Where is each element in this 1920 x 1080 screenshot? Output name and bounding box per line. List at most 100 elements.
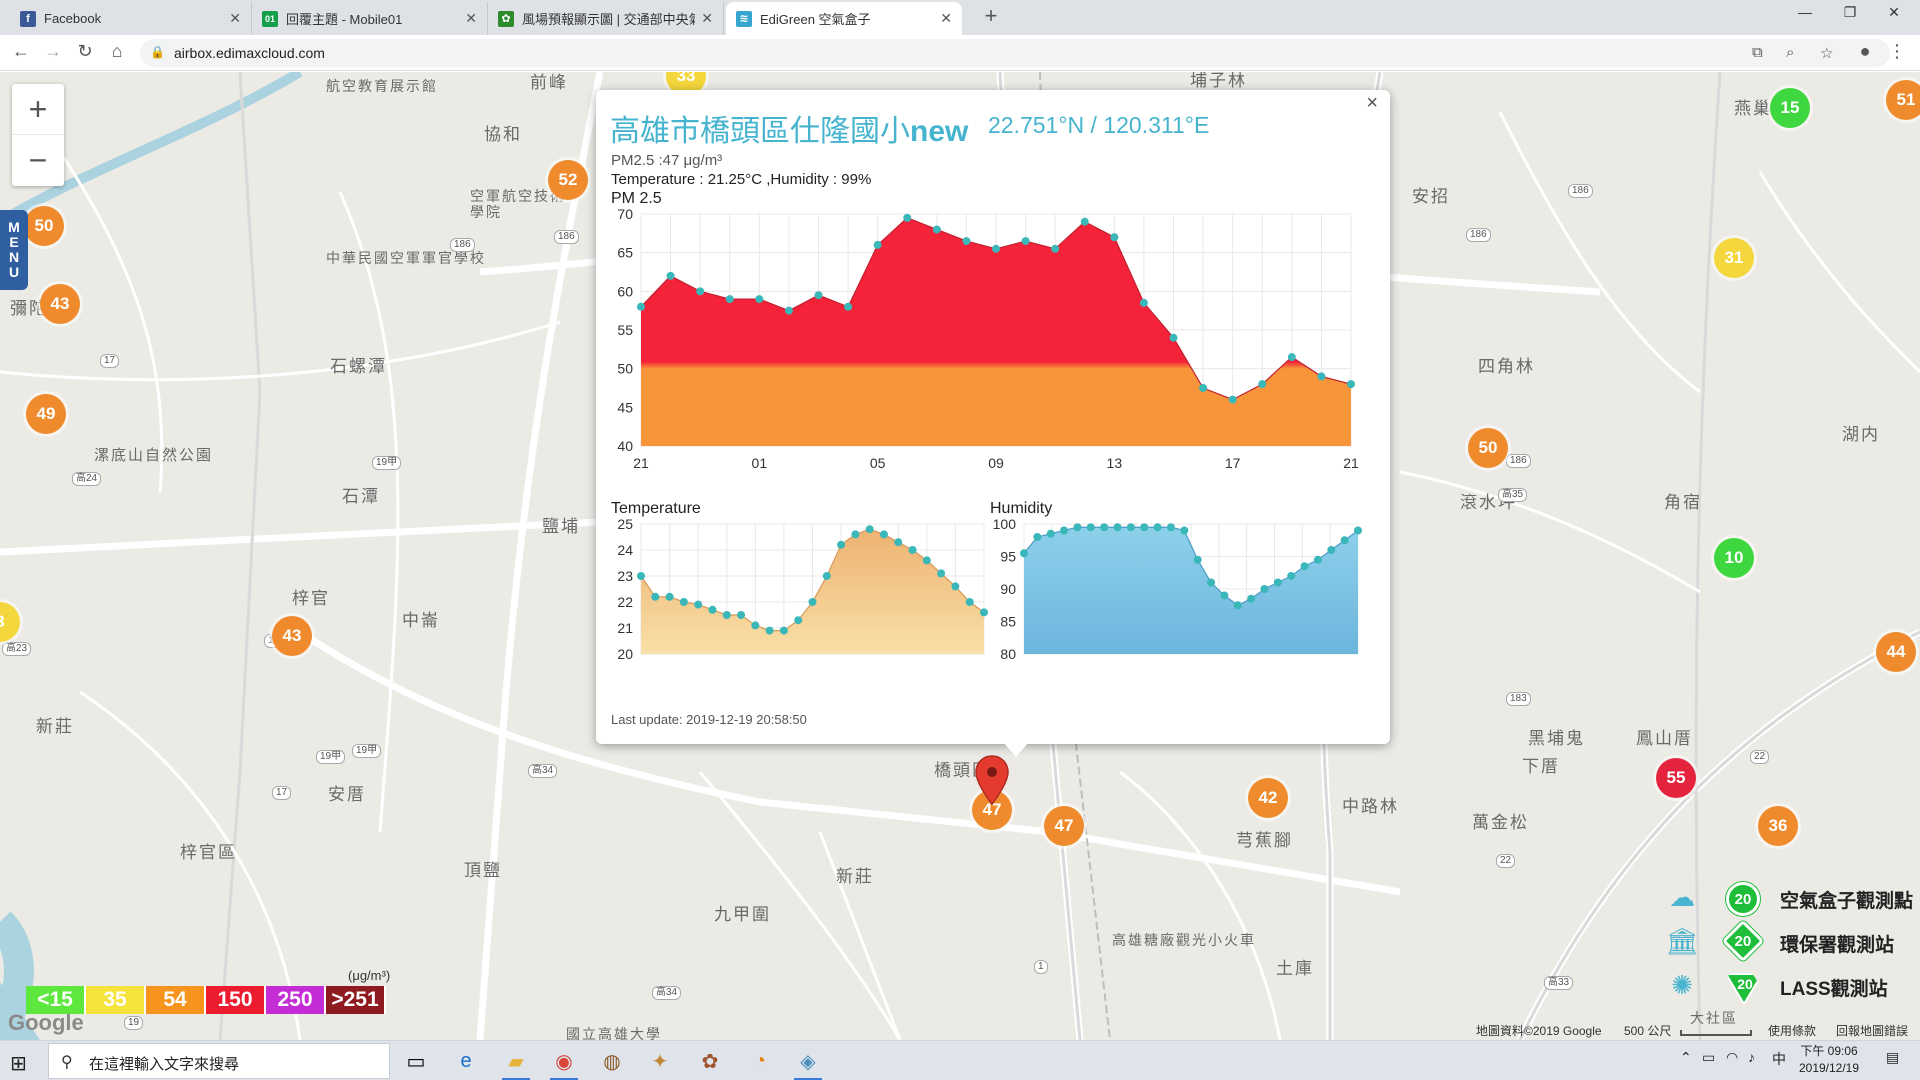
road-shield: 186 xyxy=(1568,184,1593,198)
tray-chevron-icon[interactable]: ⌃ xyxy=(1680,1049,1692,1066)
y-tick-label: 22 xyxy=(617,594,633,610)
home-icon[interactable]: ⌂ xyxy=(104,41,130,62)
minimize-button[interactable]: — xyxy=(1785,4,1825,20)
close-tab-icon[interactable]: ✕ xyxy=(465,10,477,27)
road-shield: 高24 xyxy=(72,472,102,486)
forward-icon[interactable]: → xyxy=(40,41,66,62)
aqi-marker[interactable]: 50 xyxy=(24,206,64,246)
map-place-label: 安厝 xyxy=(328,785,366,804)
edge-icon[interactable]: e xyxy=(450,1047,482,1075)
windows-taskbar: ⊞ ⚲ 在這裡輸入文字來搜尋 ▭ e ▰ ◉ ◍ ✦ ✿ ◔ ◈ ⌃ ▭ ◠ ♪… xyxy=(0,1040,1920,1080)
road-shield: 186 xyxy=(554,230,579,244)
terms-link[interactable]: 使用條款 xyxy=(1768,1022,1816,1039)
menu-dots-icon[interactable]: ⋮ xyxy=(1884,41,1910,62)
map-place-label: 芎蕉腳 xyxy=(1236,831,1293,850)
network-icon[interactable]: ◠ xyxy=(1726,1049,1738,1066)
aqi-marker[interactable]: 49 xyxy=(26,394,66,434)
blender-icon[interactable]: ◔ xyxy=(744,1047,776,1075)
taskbar-search-box[interactable]: ⚲ 在這裡輸入文字來搜尋 xyxy=(48,1043,390,1079)
reload-icon[interactable]: ↻ xyxy=(72,41,98,62)
data-point xyxy=(837,540,846,549)
clock-date: 2019/12/19 xyxy=(1798,1061,1860,1075)
map-place-label: 安招 xyxy=(1412,187,1450,206)
data-point xyxy=(1051,244,1060,253)
aqi-marker[interactable]: 52 xyxy=(548,160,588,200)
aqi-marker[interactable]: 51 xyxy=(1886,80,1920,120)
data-point xyxy=(894,538,903,547)
file-explorer-icon[interactable]: ▰ xyxy=(500,1047,532,1080)
tab-facebook[interactable]: f Facebook ✕ xyxy=(10,2,252,35)
legend-lass[interactable]: ✺ 20 LASS觀測站 xyxy=(1656,968,1920,1008)
task-view-icon[interactable]: ▭ xyxy=(400,1047,432,1075)
restore-button[interactable]: ❐ xyxy=(1830,4,1870,21)
app-icon[interactable]: ✿ xyxy=(694,1047,726,1075)
aqi-marker[interactable]: 43 xyxy=(272,616,312,656)
selected-location-pin-icon[interactable] xyxy=(974,754,1010,806)
app-icon[interactable]: ◈ xyxy=(792,1047,824,1080)
menu-button[interactable]: M E N U xyxy=(0,210,28,290)
address-bar[interactable]: 🔒 airbox.edimaxcloud.com ⧉ ⌕ ☆ xyxy=(140,39,1890,67)
translate-icon[interactable]: ⧉ xyxy=(1752,44,1763,61)
close-tab-icon[interactable]: ✕ xyxy=(229,10,241,27)
data-point xyxy=(1100,523,1109,532)
aqi-marker[interactable]: 55 xyxy=(1656,758,1696,798)
y-tick-label: 50 xyxy=(617,361,633,377)
aqi-marker[interactable]: 47 xyxy=(1044,806,1084,846)
popup-close-button[interactable]: × xyxy=(1366,92,1378,115)
aqi-marker[interactable]: 10 xyxy=(1714,538,1754,578)
battery-icon[interactable]: ▭ xyxy=(1702,1049,1715,1066)
aqi-marker[interactable]: 36 xyxy=(1758,806,1798,846)
tab-cwb[interactable]: ✿ 風場預報顯示圖 | 交通部中央氣象局 ✕ xyxy=(488,2,724,35)
zoom-in-button[interactable]: + xyxy=(12,84,64,135)
notification-icon[interactable]: ▤ xyxy=(1886,1049,1899,1066)
data-point xyxy=(1139,298,1148,307)
aqi-marker[interactable]: 42 xyxy=(1248,778,1288,818)
data-point xyxy=(1220,591,1229,600)
station-badge: new xyxy=(910,115,969,148)
y-tick-label: 25 xyxy=(617,516,633,532)
data-point xyxy=(1258,380,1267,389)
close-tab-icon[interactable]: ✕ xyxy=(940,10,952,27)
y-tick-label: 65 xyxy=(617,245,633,261)
zoom-out-button[interactable]: − xyxy=(12,135,64,186)
report-map-error-link[interactable]: 回報地圖錯誤 xyxy=(1836,1022,1908,1039)
windows-start-icon[interactable]: ⊞ xyxy=(10,1051,27,1076)
menu-letter: M xyxy=(8,219,20,235)
road-shield: 高33 xyxy=(1544,976,1574,990)
profile-icon[interactable]: ● xyxy=(1852,41,1878,62)
tab-mobile01[interactable]: 01 回覆主題 - Mobile01 ✕ xyxy=(252,2,488,35)
map-place-label: 埔子林 xyxy=(1190,72,1247,90)
legend-airbox[interactable]: ☁ 20 空氣盒子觀測點 xyxy=(1656,880,1920,920)
chrome-icon[interactable]: ◉ xyxy=(548,1047,580,1080)
close-window-button[interactable]: ✕ xyxy=(1874,4,1914,21)
data-point xyxy=(1347,380,1355,389)
volume-icon[interactable]: ♪ xyxy=(1748,1049,1755,1065)
bookmark-star-icon[interactable]: ☆ xyxy=(1820,44,1833,62)
data-point xyxy=(903,213,912,222)
y-tick-label: 20 xyxy=(617,646,633,662)
y-tick-label: 45 xyxy=(617,399,633,415)
map-place-label: 九甲圍 xyxy=(714,905,771,924)
app-icon[interactable]: ✦ xyxy=(644,1047,676,1075)
mobile01-icon: 01 xyxy=(262,10,278,27)
legend-epa[interactable]: 🏛 20 環保署觀測站 xyxy=(1656,919,1920,964)
data-point xyxy=(962,237,971,246)
back-icon[interactable]: ← xyxy=(8,41,34,62)
tab-title: Facebook xyxy=(44,11,102,26)
close-tab-icon[interactable]: ✕ xyxy=(701,10,713,27)
aqi-marker[interactable]: 50 xyxy=(1468,428,1508,468)
aqi-marker[interactable]: 43 xyxy=(40,284,80,324)
new-tab-button[interactable]: + xyxy=(976,3,1006,29)
app-icon[interactable]: ◍ xyxy=(596,1047,628,1075)
input-method-indicator[interactable]: 中 xyxy=(1772,1049,1786,1069)
data-point xyxy=(1313,555,1322,564)
aqi-marker[interactable]: 15 xyxy=(1770,88,1810,128)
tab-edigreen[interactable]: ≋ EdiGreen 空氣盒子 ✕ xyxy=(726,2,962,35)
tab-title: EdiGreen 空氣盒子 xyxy=(760,12,871,27)
system-clock[interactable]: 下午 09:06 2019/12/19 xyxy=(1796,1043,1862,1077)
zoom-icon[interactable]: ⌕ xyxy=(1786,44,1794,61)
map-scale-label[interactable]: 500 公尺 xyxy=(1624,1022,1671,1039)
aqi-marker[interactable]: 44 xyxy=(1876,632,1916,672)
data-point xyxy=(1273,578,1282,587)
aqi-marker[interactable]: 31 xyxy=(1714,238,1754,278)
